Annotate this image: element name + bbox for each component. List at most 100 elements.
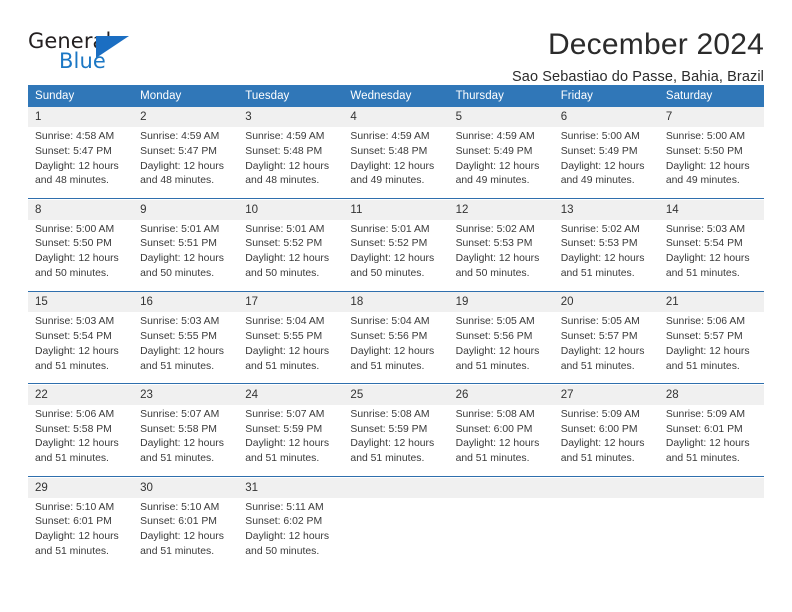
- day-number[interactable]: 4: [343, 107, 449, 128]
- day-number[interactable]: 28: [658, 384, 764, 405]
- day-cell[interactable]: Sunrise: 5:09 AM Sunset: 6:00 PM Dayligh…: [553, 404, 659, 477]
- week-daynum-row: 1 2 3 4 5 6 7: [28, 107, 764, 128]
- weekday-header-sunday: Sunday: [28, 85, 134, 107]
- day-cell[interactable]: Sunrise: 5:00 AM Sunset: 5:50 PM Dayligh…: [658, 127, 764, 199]
- sunset-text: Sunset: 6:00 PM: [455, 423, 533, 435]
- day-number[interactable]: 8: [28, 199, 134, 220]
- daylight-text-line1: Daylight: 12 hours: [560, 160, 645, 172]
- day-cell-empty: [448, 497, 554, 569]
- daylight-text-line2: and 48 minutes.: [245, 175, 320, 187]
- day-number[interactable]: 22: [28, 384, 134, 405]
- day-cell[interactable]: Sunrise: 4:59 AM Sunset: 5:48 PM Dayligh…: [343, 127, 449, 199]
- day-cell[interactable]: Sunrise: 4:59 AM Sunset: 5:49 PM Dayligh…: [448, 127, 554, 199]
- daylight-text-line1: Daylight: 12 hours: [35, 345, 119, 357]
- sunset-text: Sunset: 5:47 PM: [35, 145, 112, 157]
- day-number[interactable]: 14: [658, 199, 764, 220]
- day-cell[interactable]: Sunrise: 5:08 AM Sunset: 6:00 PM Dayligh…: [448, 404, 554, 477]
- day-number[interactable]: 13: [553, 199, 659, 220]
- day-cell[interactable]: Sunrise: 5:07 AM Sunset: 5:58 PM Dayligh…: [133, 404, 239, 477]
- day-number[interactable]: 18: [343, 292, 449, 313]
- day-number[interactable]: 20: [553, 292, 659, 313]
- day-cell[interactable]: Sunrise: 5:10 AM Sunset: 6:01 PM Dayligh…: [28, 497, 134, 569]
- day-cell[interactable]: Sunrise: 5:04 AM Sunset: 5:55 PM Dayligh…: [238, 312, 344, 384]
- daylight-text-line1: Daylight: 12 hours: [140, 253, 224, 265]
- day-cell[interactable]: Sunrise: 5:02 AM Sunset: 5:53 PM Dayligh…: [553, 219, 659, 292]
- day-number[interactable]: 16: [133, 292, 239, 313]
- sunset-text: Sunset: 5:58 PM: [35, 423, 112, 435]
- day-cell[interactable]: Sunrise: 5:03 AM Sunset: 5:54 PM Dayligh…: [658, 219, 764, 292]
- week-daynum-row: 29 30 31: [28, 477, 764, 498]
- sunrise-text: Sunrise: 5:04 AM: [350, 316, 430, 328]
- day-number[interactable]: 27: [553, 384, 659, 405]
- day-number[interactable]: 12: [448, 199, 554, 220]
- day-cell[interactable]: Sunrise: 4:59 AM Sunset: 5:48 PM Dayligh…: [238, 127, 344, 199]
- day-number[interactable]: 3: [238, 107, 344, 128]
- day-cell[interactable]: Sunrise: 5:01 AM Sunset: 5:52 PM Dayligh…: [343, 219, 449, 292]
- day-cell[interactable]: Sunrise: 5:04 AM Sunset: 5:56 PM Dayligh…: [343, 312, 449, 384]
- day-number-empty: [448, 477, 554, 498]
- day-number[interactable]: 2: [133, 107, 239, 128]
- sunset-text: Sunset: 5:55 PM: [245, 331, 323, 343]
- sunrise-text: Sunrise: 5:07 AM: [245, 408, 325, 420]
- day-number[interactable]: 23: [133, 384, 239, 405]
- sunrise-text: Sunrise: 5:08 AM: [350, 408, 430, 420]
- daylight-text-line1: Daylight: 12 hours: [350, 345, 435, 357]
- day-cell[interactable]: Sunrise: 5:09 AM Sunset: 6:01 PM Dayligh…: [658, 404, 764, 477]
- calendar-body: 1 2 3 4 5 6 7 Sunrise: 4:58 AM Sunset: 5…: [28, 107, 764, 569]
- day-number[interactable]: 1: [28, 107, 134, 128]
- day-number[interactable]: 31: [238, 477, 344, 498]
- day-number[interactable]: 29: [28, 477, 134, 498]
- daylight-text-line2: and 50 minutes.: [245, 545, 320, 557]
- day-cell[interactable]: Sunrise: 5:10 AM Sunset: 6:01 PM Dayligh…: [133, 497, 239, 569]
- daylight-text-line1: Daylight: 12 hours: [455, 253, 540, 265]
- day-cell[interactable]: Sunrise: 5:01 AM Sunset: 5:51 PM Dayligh…: [133, 219, 239, 292]
- daylight-text-line2: and 51 minutes.: [245, 453, 320, 465]
- day-number[interactable]: 26: [448, 384, 554, 405]
- daylight-text-line2: and 50 minutes.: [35, 267, 109, 279]
- sunrise-text: Sunrise: 5:06 AM: [665, 316, 745, 328]
- day-number[interactable]: 11: [343, 199, 449, 220]
- day-cell[interactable]: Sunrise: 5:05 AM Sunset: 5:57 PM Dayligh…: [553, 312, 659, 384]
- day-cell[interactable]: Sunrise: 5:08 AM Sunset: 5:59 PM Dayligh…: [343, 404, 449, 477]
- daylight-text-line2: and 51 minutes.: [140, 545, 215, 557]
- day-number[interactable]: 30: [133, 477, 239, 498]
- daylight-text-line1: Daylight: 12 hours: [560, 253, 645, 265]
- sunset-text: Sunset: 5:56 PM: [350, 331, 428, 343]
- daylight-text-line1: Daylight: 12 hours: [140, 345, 224, 357]
- day-number[interactable]: 10: [238, 199, 344, 220]
- day-cell[interactable]: Sunrise: 5:00 AM Sunset: 5:49 PM Dayligh…: [553, 127, 659, 199]
- day-number[interactable]: 6: [553, 107, 659, 128]
- day-cell[interactable]: Sunrise: 5:03 AM Sunset: 5:55 PM Dayligh…: [133, 312, 239, 384]
- logo-text-blue: Blue: [59, 49, 106, 73]
- day-cell[interactable]: Sunrise: 5:02 AM Sunset: 5:53 PM Dayligh…: [448, 219, 554, 292]
- daylight-text-line1: Daylight: 12 hours: [665, 438, 750, 450]
- daylight-text-line2: and 50 minutes.: [350, 267, 425, 279]
- day-cell[interactable]: Sunrise: 5:03 AM Sunset: 5:54 PM Dayligh…: [28, 312, 134, 384]
- day-cell[interactable]: Sunrise: 5:07 AM Sunset: 5:59 PM Dayligh…: [238, 404, 344, 477]
- day-cell[interactable]: Sunrise: 5:00 AM Sunset: 5:50 PM Dayligh…: [28, 219, 134, 292]
- day-number[interactable]: 17: [238, 292, 344, 313]
- calendar-page: General Blue December 2024 Sao Sebastiao…: [0, 0, 792, 612]
- day-cell[interactable]: Sunrise: 4:58 AM Sunset: 5:47 PM Dayligh…: [28, 127, 134, 199]
- day-number[interactable]: 9: [133, 199, 239, 220]
- day-cell[interactable]: Sunrise: 5:01 AM Sunset: 5:52 PM Dayligh…: [238, 219, 344, 292]
- day-number[interactable]: 19: [448, 292, 554, 313]
- daylight-text-line1: Daylight: 12 hours: [140, 160, 224, 172]
- day-cell[interactable]: Sunrise: 5:11 AM Sunset: 6:02 PM Dayligh…: [238, 497, 344, 569]
- day-number[interactable]: 24: [238, 384, 344, 405]
- sunset-text: Sunset: 5:52 PM: [350, 238, 428, 250]
- day-number[interactable]: 15: [28, 292, 134, 313]
- daylight-text-line2: and 50 minutes.: [140, 267, 215, 279]
- day-cell[interactable]: Sunrise: 5:06 AM Sunset: 5:58 PM Dayligh…: [28, 404, 134, 477]
- day-number[interactable]: 5: [448, 107, 554, 128]
- day-cell[interactable]: Sunrise: 5:06 AM Sunset: 5:57 PM Dayligh…: [658, 312, 764, 384]
- day-cell[interactable]: Sunrise: 5:05 AM Sunset: 5:56 PM Dayligh…: [448, 312, 554, 384]
- week-details-row: Sunrise: 5:10 AM Sunset: 6:01 PM Dayligh…: [28, 497, 764, 569]
- day-number[interactable]: 7: [658, 107, 764, 128]
- sunrise-text: Sunrise: 4:59 AM: [455, 131, 535, 143]
- day-number[interactable]: 25: [343, 384, 449, 405]
- week-details-row: Sunrise: 5:00 AM Sunset: 5:50 PM Dayligh…: [28, 219, 764, 292]
- sunrise-text: Sunrise: 5:01 AM: [140, 223, 220, 235]
- day-number[interactable]: 21: [658, 292, 764, 313]
- day-cell[interactable]: Sunrise: 4:59 AM Sunset: 5:47 PM Dayligh…: [133, 127, 239, 199]
